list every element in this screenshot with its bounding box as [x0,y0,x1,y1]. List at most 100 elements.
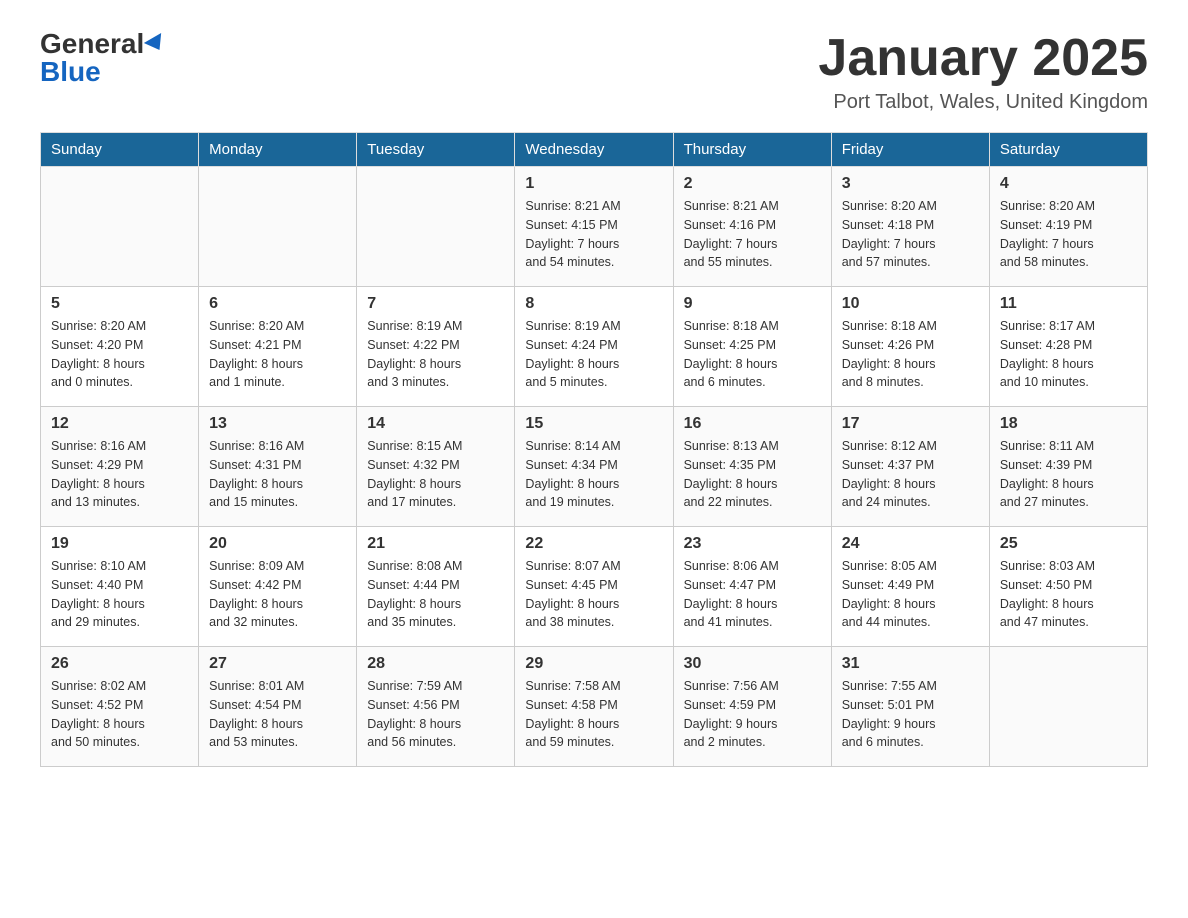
title-block: January 2025 Port Talbot, Wales, United … [818,30,1148,114]
day-info: Sunrise: 7:55 AMSunset: 5:01 PMDaylight:… [842,677,979,752]
calendar-day-19: 19 Sunrise: 8:10 AMSunset: 4:40 PMDayligh… [41,527,199,647]
day-number: 9 [684,295,821,313]
calendar-day-1: 1 Sunrise: 8:21 AMSunset: 4:15 PMDaylight… [515,167,673,287]
day-number: 22 [525,535,662,553]
day-info: Sunrise: 8:13 AMSunset: 4:35 PMDaylight:… [684,437,821,512]
day-number: 2 [684,175,821,193]
day-number: 26 [51,655,188,673]
calendar-day-26: 26 Sunrise: 8:02 AMSunset: 4:52 PMDayligh… [41,647,199,767]
day-info: Sunrise: 8:12 AMSunset: 4:37 PMDaylight:… [842,437,979,512]
day-info: Sunrise: 8:09 AMSunset: 4:42 PMDaylight:… [209,557,346,632]
day-number: 28 [367,655,504,673]
day-number: 13 [209,415,346,433]
calendar-week-2: 5 Sunrise: 8:20 AMSunset: 4:20 PMDaylight… [41,287,1148,407]
calendar-day-3: 3 Sunrise: 8:20 AMSunset: 4:18 PMDaylight… [831,167,989,287]
day-number: 20 [209,535,346,553]
calendar-day-5: 5 Sunrise: 8:20 AMSunset: 4:20 PMDaylight… [41,287,199,407]
day-info: Sunrise: 8:07 AMSunset: 4:45 PMDaylight:… [525,557,662,632]
day-number: 23 [684,535,821,553]
day-info: Sunrise: 8:08 AMSunset: 4:44 PMDaylight:… [367,557,504,632]
day-number: 27 [209,655,346,673]
day-info: Sunrise: 8:20 AMSunset: 4:20 PMDaylight:… [51,317,188,392]
day-number: 25 [1000,535,1137,553]
calendar-day-15: 15Sunrise: 8:14 AMSunset: 4:34 PMDayligh… [515,407,673,527]
logo-triangle-icon [144,33,168,55]
day-info: Sunrise: 8:18 AMSunset: 4:25 PMDaylight:… [684,317,821,392]
page-header: General Blue January 2025 Port Talbot, W… [40,30,1148,114]
calendar-day-20: 20 Sunrise: 8:09 AMSunset: 4:42 PMDayligh… [199,527,357,647]
calendar-day-14: 14Sunrise: 8:15 AMSunset: 4:32 PMDayligh… [357,407,515,527]
day-number: 24 [842,535,979,553]
calendar-week-1: 1 Sunrise: 8:21 AMSunset: 4:15 PMDaylight… [41,167,1148,287]
day-number: 18 [1000,415,1137,433]
day-number: 19 [51,535,188,553]
calendar-day-21: 21 Sunrise: 8:08 AMSunset: 4:44 PMDayligh… [357,527,515,647]
day-number: 8 [525,295,662,313]
calendar-day-8: 8Sunrise: 8:19 AMSunset: 4:24 PMDaylight… [515,287,673,407]
day-info: Sunrise: 8:02 AMSunset: 4:52 PMDaylight:… [51,677,188,752]
calendar-day-7: 7 Sunrise: 8:19 AMSunset: 4:22 PMDaylight… [357,287,515,407]
calendar-day-22: 22 Sunrise: 8:07 AMSunset: 4:45 PMDayligh… [515,527,673,647]
column-header-sunday: Sunday [41,133,199,167]
calendar-day-11: 11 Sunrise: 8:17 AMSunset: 4:28 PMDayligh… [989,287,1147,407]
day-number: 10 [842,295,979,313]
empty-cell [357,167,515,287]
day-number: 4 [1000,175,1137,193]
day-info: Sunrise: 8:16 AMSunset: 4:31 PMDaylight:… [209,437,346,512]
day-number: 5 [51,295,188,313]
logo-general-text: General [40,30,144,58]
column-header-monday: Monday [199,133,357,167]
column-header-friday: Friday [831,133,989,167]
calendar-day-9: 9 Sunrise: 8:18 AMSunset: 4:25 PMDaylight… [673,287,831,407]
calendar-day-30: 30Sunrise: 7:56 AMSunset: 4:59 PMDayligh… [673,647,831,767]
calendar-day-13: 13 Sunrise: 8:16 AMSunset: 4:31 PMDayligh… [199,407,357,527]
calendar-day-29: 29 Sunrise: 7:58 AMSunset: 4:58 PMDayligh… [515,647,673,767]
empty-cell [989,647,1147,767]
day-number: 14 [367,415,504,433]
logo-blue-text: Blue [40,58,101,86]
calendar-day-18: 18 Sunrise: 8:11 AMSunset: 4:39 PMDayligh… [989,407,1147,527]
day-info: Sunrise: 7:56 AMSunset: 4:59 PMDaylight:… [684,677,821,752]
calendar-week-3: 12Sunrise: 8:16 AMSunset: 4:29 PMDayligh… [41,407,1148,527]
day-info: Sunrise: 8:20 AMSunset: 4:19 PMDaylight:… [1000,197,1137,272]
location-text: Port Talbot, Wales, United Kingdom [818,91,1148,114]
calendar-week-5: 26 Sunrise: 8:02 AMSunset: 4:52 PMDayligh… [41,647,1148,767]
day-info: Sunrise: 8:10 AMSunset: 4:40 PMDaylight:… [51,557,188,632]
day-info: Sunrise: 7:58 AMSunset: 4:58 PMDaylight:… [525,677,662,752]
day-info: Sunrise: 8:17 AMSunset: 4:28 PMDaylight:… [1000,317,1137,392]
day-number: 7 [367,295,504,313]
day-number: 29 [525,655,662,673]
day-info: Sunrise: 7:59 AMSunset: 4:56 PMDaylight:… [367,677,504,752]
day-info: Sunrise: 8:03 AMSunset: 4:50 PMDaylight:… [1000,557,1137,632]
day-number: 21 [367,535,504,553]
day-info: Sunrise: 8:21 AMSunset: 4:16 PMDaylight:… [684,197,821,272]
day-info: Sunrise: 8:06 AMSunset: 4:47 PMDaylight:… [684,557,821,632]
day-info: Sunrise: 8:19 AMSunset: 4:22 PMDaylight:… [367,317,504,392]
day-info: Sunrise: 8:20 AMSunset: 4:21 PMDaylight:… [209,317,346,392]
calendar-day-31: 31Sunrise: 7:55 AMSunset: 5:01 PMDayligh… [831,647,989,767]
calendar-header-row: SundayMondayTuesdayWednesdayThursdayFrid… [41,133,1148,167]
calendar-day-28: 28 Sunrise: 7:59 AMSunset: 4:56 PMDayligh… [357,647,515,767]
column-header-wednesday: Wednesday [515,133,673,167]
day-info: Sunrise: 8:20 AMSunset: 4:18 PMDaylight:… [842,197,979,272]
calendar-day-2: 2 Sunrise: 8:21 AMSunset: 4:16 PMDaylight… [673,167,831,287]
day-number: 11 [1000,295,1137,313]
empty-cell [41,167,199,287]
empty-cell [199,167,357,287]
calendar-table: SundayMondayTuesdayWednesdayThursdayFrid… [40,132,1148,767]
logo: General Blue [40,30,166,86]
column-header-saturday: Saturday [989,133,1147,167]
day-number: 17 [842,415,979,433]
day-number: 6 [209,295,346,313]
calendar-day-12: 12Sunrise: 8:16 AMSunset: 4:29 PMDayligh… [41,407,199,527]
day-number: 3 [842,175,979,193]
calendar-day-4: 4 Sunrise: 8:20 AMSunset: 4:19 PMDaylight… [989,167,1147,287]
day-info: Sunrise: 8:11 AMSunset: 4:39 PMDaylight:… [1000,437,1137,512]
day-info: Sunrise: 8:18 AMSunset: 4:26 PMDaylight:… [842,317,979,392]
day-info: Sunrise: 8:16 AMSunset: 4:29 PMDaylight:… [51,437,188,512]
calendar-day-16: 16Sunrise: 8:13 AMSunset: 4:35 PMDayligh… [673,407,831,527]
column-header-tuesday: Tuesday [357,133,515,167]
day-number: 1 [525,175,662,193]
calendar-day-24: 24Sunrise: 8:05 AMSunset: 4:49 PMDayligh… [831,527,989,647]
day-info: Sunrise: 8:21 AMSunset: 4:15 PMDaylight:… [525,197,662,272]
